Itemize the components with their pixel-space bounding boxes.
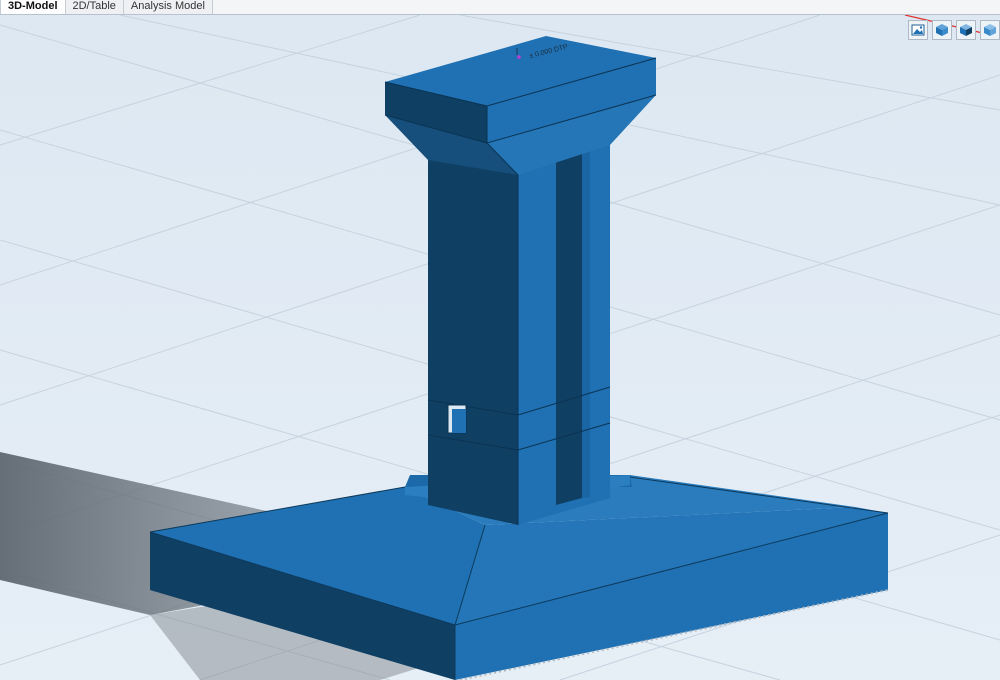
cube-solid-icon[interactable] [932,20,952,40]
tab-3d-model[interactable]: 3D-Model [0,0,66,14]
tab-bar: 3D-Model 2D/Table Analysis Model [0,0,1000,15]
tab-analysis-model[interactable]: Analysis Model [123,0,213,14]
cube-shaded-icon[interactable] [980,20,1000,40]
3d-viewport[interactable]: ± 0.000 DTP [0,15,1000,680]
tab-2d-table[interactable]: 2D/Table [65,0,124,14]
cube-wire-icon[interactable] [956,20,976,40]
column-shaft [427,133,611,525]
view-toolbar [908,20,1000,40]
elevation-marker [517,55,521,59]
view-image-icon[interactable] [908,20,928,40]
app-window: 3D-Model 2D/Table Analysis Model ± 0.000… [0,0,1000,680]
scene-canvas: ± 0.000 DTP [0,15,1000,680]
